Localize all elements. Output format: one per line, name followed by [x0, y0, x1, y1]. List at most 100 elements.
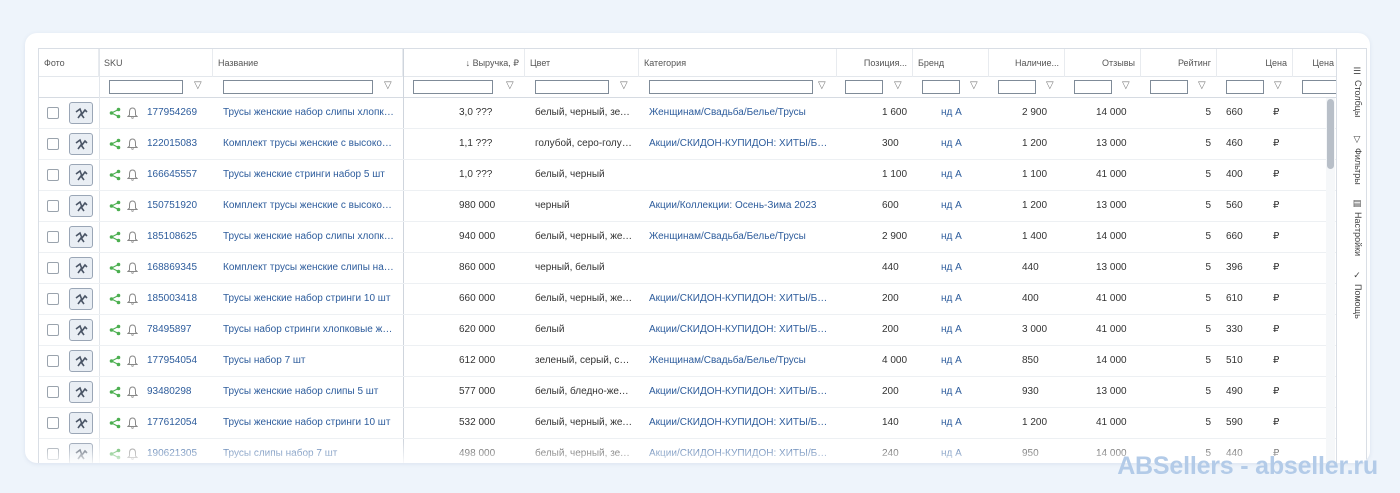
- sku-link[interactable]: 122015083: [147, 129, 211, 159]
- filter-position-input[interactable]: [845, 80, 883, 94]
- product-name-link[interactable]: Трусы женские набор слипы хлопковые: [223, 222, 395, 252]
- sku-link[interactable]: 78495897: [147, 315, 211, 345]
- brand-link[interactable]: нд А: [941, 315, 985, 345]
- row-checkbox[interactable]: [47, 448, 59, 460]
- filter-color-funnel-icon[interactable]: ▽: [620, 80, 630, 92]
- bell-icon[interactable]: [126, 323, 139, 336]
- row-checkbox[interactable]: [47, 262, 59, 274]
- row-checkbox[interactable]: [47, 231, 59, 243]
- bell-icon[interactable]: [126, 261, 139, 274]
- category-link[interactable]: [649, 160, 831, 190]
- filter-stock-input[interactable]: [998, 80, 1036, 94]
- table-row[interactable]: 177612054 Трусы женские набор стринги 10 …: [39, 408, 1339, 439]
- brand-link[interactable]: нд А: [941, 377, 985, 407]
- brand-link[interactable]: нд А: [941, 160, 985, 190]
- filter-price-input[interactable]: [1226, 80, 1264, 94]
- filter-reviews-input[interactable]: [1074, 80, 1112, 94]
- table-row[interactable]: 122015083 Комплект трусы женские с высоко…: [39, 129, 1339, 160]
- filter-rating-funnel-icon[interactable]: ▽: [1198, 80, 1208, 92]
- category-link[interactable]: Акции/СКИДОН-КУПИДОН: ХИТЫ/Белье: [649, 377, 831, 407]
- brand-link[interactable]: нд А: [941, 253, 985, 283]
- bell-icon[interactable]: [126, 292, 139, 305]
- bell-icon[interactable]: [126, 447, 139, 460]
- filter-sku-input[interactable]: [109, 80, 183, 94]
- row-checkbox[interactable]: [47, 324, 59, 336]
- sku-link[interactable]: 185108625: [147, 222, 211, 252]
- header-reviews[interactable]: Отзывы: [1065, 49, 1141, 77]
- share-icon[interactable]: [109, 447, 121, 460]
- table-row[interactable]: 93480298 Трусы женские набор слипы 5 шт 57…: [39, 377, 1339, 408]
- share-icon[interactable]: [109, 137, 121, 150]
- brand-link[interactable]: нд А: [941, 408, 985, 438]
- sku-link[interactable]: 168869345: [147, 253, 211, 283]
- product-name-link[interactable]: Трусы набор 7 шт: [223, 346, 395, 376]
- category-link[interactable]: Акции/СКИДОН-КУПИДОН: ХИТЫ/Белье: [649, 284, 831, 314]
- category-link[interactable]: Акции/СКИДОН-КУПИДОН: ХИТЫ/Белье: [649, 315, 831, 345]
- filter-name-funnel-icon[interactable]: ▽: [384, 80, 394, 92]
- product-name-link[interactable]: Трусы набор стринги хлопковые женские: [223, 315, 395, 345]
- sku-link[interactable]: 190621305: [147, 439, 211, 463]
- row-checkbox[interactable]: [47, 293, 59, 305]
- share-icon[interactable]: [109, 292, 121, 305]
- product-photo-icon[interactable]: [69, 412, 93, 434]
- product-name-link[interactable]: Трусы женские набор стринги 10 шт: [223, 408, 395, 438]
- header-photo[interactable]: Фото: [39, 49, 99, 77]
- bell-icon[interactable]: [126, 416, 139, 429]
- brand-link[interactable]: нд А: [941, 191, 985, 221]
- brand-link[interactable]: нд А: [941, 439, 985, 463]
- header-name[interactable]: Название: [213, 49, 403, 77]
- product-photo-icon[interactable]: [69, 288, 93, 310]
- table-row[interactable]: 177954269 Трусы женские набор слипы хлопк…: [39, 98, 1339, 129]
- share-icon[interactable]: [109, 261, 121, 274]
- product-photo-icon[interactable]: [69, 443, 93, 463]
- category-link[interactable]: [649, 253, 831, 283]
- filter-brand-input[interactable]: [922, 80, 960, 94]
- share-icon[interactable]: [109, 354, 121, 367]
- product-name-link[interactable]: Трусы женские набор стринги 10 шт: [223, 284, 395, 314]
- category-link[interactable]: Женщинам/Свадьба/Белье/Трусы: [649, 346, 831, 376]
- header-color[interactable]: Цвет: [525, 49, 639, 77]
- category-link[interactable]: Акции/Коллекции: Осень-Зима 2023: [649, 191, 831, 221]
- row-checkbox[interactable]: [47, 107, 59, 119]
- share-icon[interactable]: [109, 416, 121, 429]
- table-row[interactable]: 168869345 Комплект трусы женские слипы на…: [39, 253, 1339, 284]
- product-name-link[interactable]: Комплект трусы женские с высокой посадко…: [223, 191, 395, 221]
- filter-name-input[interactable]: [223, 80, 373, 94]
- sku-link[interactable]: 93480298: [147, 377, 211, 407]
- share-icon[interactable]: [109, 385, 121, 398]
- sku-link[interactable]: 150751920: [147, 191, 211, 221]
- brand-link[interactable]: нд А: [941, 284, 985, 314]
- filter-rating-input[interactable]: [1150, 80, 1188, 94]
- sku-link[interactable]: 185003418: [147, 284, 211, 314]
- category-link[interactable]: Акции/СКИДОН-КУПИДОН: ХИТЫ/Белье: [649, 129, 831, 159]
- share-icon[interactable]: [109, 168, 121, 181]
- bell-icon[interactable]: [126, 137, 139, 150]
- product-photo-icon[interactable]: [69, 226, 93, 248]
- product-name-link[interactable]: Комплект трусы женские слипы набор: [223, 253, 395, 283]
- header-sku[interactable]: SKU: [99, 49, 213, 77]
- table-row[interactable]: 177954054 Трусы набор 7 шт 612 000 зеленый,…: [39, 346, 1339, 377]
- bell-icon[interactable]: [126, 385, 139, 398]
- bell-icon[interactable]: [126, 230, 139, 243]
- product-photo-icon[interactable]: [69, 381, 93, 403]
- filter-brand-funnel-icon[interactable]: ▽: [970, 80, 980, 92]
- header-position[interactable]: Позиция...: [837, 49, 913, 77]
- product-photo-icon[interactable]: [69, 102, 93, 124]
- filter-category-input[interactable]: [649, 80, 813, 94]
- sku-link[interactable]: 177612054: [147, 408, 211, 438]
- share-icon[interactable]: [109, 199, 121, 212]
- filter-reviews-funnel-icon[interactable]: ▽: [1122, 80, 1132, 92]
- category-link[interactable]: Акции/СКИДОН-КУПИДОН: ХИТЫ/Белье: [649, 408, 831, 438]
- product-photo-icon[interactable]: [69, 133, 93, 155]
- product-photo-icon[interactable]: [69, 257, 93, 279]
- category-link[interactable]: Акции/СКИДОН-КУПИДОН: ХИТЫ/Белье: [649, 439, 831, 463]
- product-name-link[interactable]: Трусы женские набор слипы хлопковые: [223, 98, 395, 128]
- table-row[interactable]: 166645557 Трусы женские стринги набор 5 ш…: [39, 160, 1339, 191]
- table-row[interactable]: 150751920 Комплект трусы женские с высоко…: [39, 191, 1339, 222]
- table-row[interactable]: 185003418 Трусы женские набор стринги 10 …: [39, 284, 1339, 315]
- filter-color-input[interactable]: [535, 80, 609, 94]
- sku-link[interactable]: 166645557: [147, 160, 211, 190]
- product-name-link[interactable]: Комплект трусы женские с высокой посадко…: [223, 129, 395, 159]
- filter-revenue-input[interactable]: [413, 80, 493, 94]
- header-brand[interactable]: Бренд: [913, 49, 989, 77]
